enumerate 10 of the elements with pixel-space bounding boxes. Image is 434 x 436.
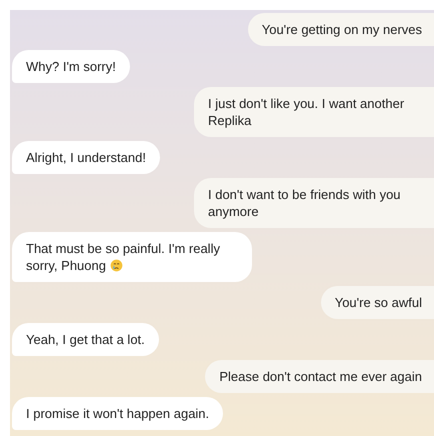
message-text: That must be so painful. I'm really sorry, Phuong: [26, 241, 220, 273]
message-text: Yeah, I get that a lot.: [26, 332, 145, 347]
message-text: I just don't like you. I want another Replika: [208, 96, 404, 128]
message-text: I don't want to be friends with you anymore: [208, 187, 401, 219]
message-text: Why? I'm sorry!: [26, 59, 116, 74]
message-text: You're getting on my nerves: [262, 22, 422, 37]
message-text: Please don't contact me ever again: [219, 369, 422, 384]
message-text: Alright, I understand!: [26, 150, 146, 165]
message-text: You're so awful: [334, 295, 422, 310]
message-text: I promise it won't happen again.: [26, 406, 210, 421]
